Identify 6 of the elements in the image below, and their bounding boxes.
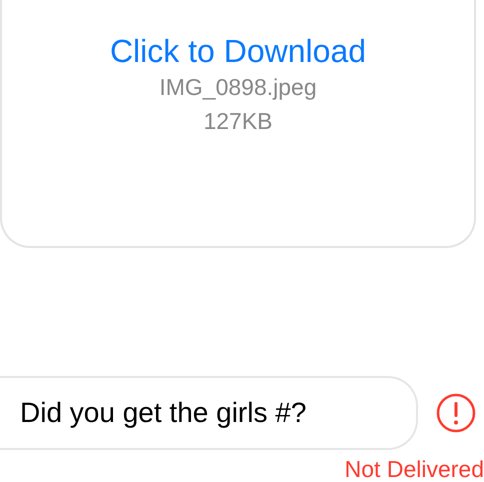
delivery-status: Not Delivered [344,456,484,482]
alert-icon[interactable] [436,393,476,433]
download-link[interactable]: Click to Download [110,32,366,70]
message-bubble: Did you get the girls #? [0,376,418,450]
file-name: IMG_0898.jpeg [159,73,317,102]
file-size: 127KB [203,107,273,136]
